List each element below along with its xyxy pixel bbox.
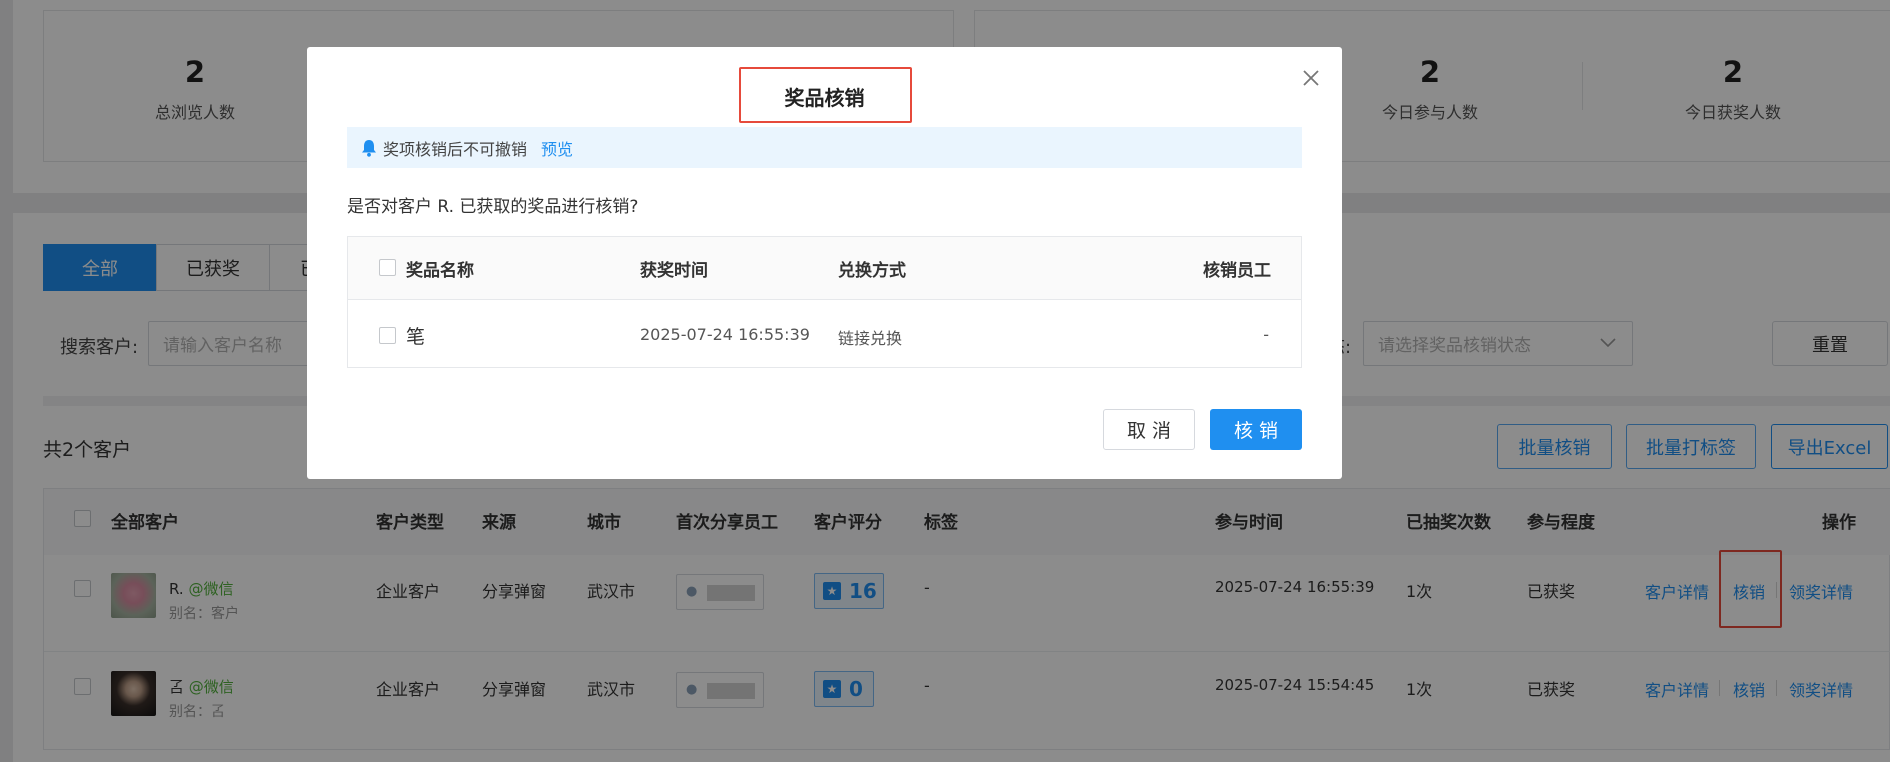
prize-verify-dialog: 奖品核销 奖项核销后不可撤销 预览 是否对客户 R. 已获取的奖品进行核销? 奖… xyxy=(307,47,1342,479)
preview-link[interactable]: 预览 xyxy=(541,136,573,160)
prize-verify-staff: - xyxy=(1263,325,1269,344)
prize-table-header xyxy=(348,237,1301,300)
th-prize-name: 奖品名称 xyxy=(406,261,474,281)
prize-row-checkbox[interactable] xyxy=(379,327,396,344)
confirm-verify-button[interactable]: 核 销 xyxy=(1210,409,1302,450)
prize-win-time: 2025-07-24 16:55:39 xyxy=(640,325,810,344)
th-verify-staff: 核销员工 xyxy=(1203,261,1271,281)
notice-text: 奖项核销后不可撤销 xyxy=(383,139,528,159)
prize-table: 奖品名称 获奖时间 兑换方式 核销员工 笔 2025-07-24 16:55:3… xyxy=(347,236,1302,368)
prize-redeem-method: 链接兑换 xyxy=(838,329,903,348)
title-highlight-box xyxy=(739,67,912,123)
select-all-prizes-checkbox[interactable] xyxy=(379,259,396,276)
bell-icon xyxy=(362,139,376,157)
close-icon[interactable] xyxy=(1302,69,1320,87)
prize-name: 笔 xyxy=(406,326,426,348)
cancel-button[interactable]: 取 消 xyxy=(1103,409,1195,450)
th-redeem-method: 兑换方式 xyxy=(838,261,906,281)
notice-bar: 奖项核销后不可撤销 预览 xyxy=(347,127,1302,168)
confirm-question: 是否对客户 R. 已获取的奖品进行核销? xyxy=(347,197,639,217)
th-win-time: 获奖时间 xyxy=(640,261,708,281)
